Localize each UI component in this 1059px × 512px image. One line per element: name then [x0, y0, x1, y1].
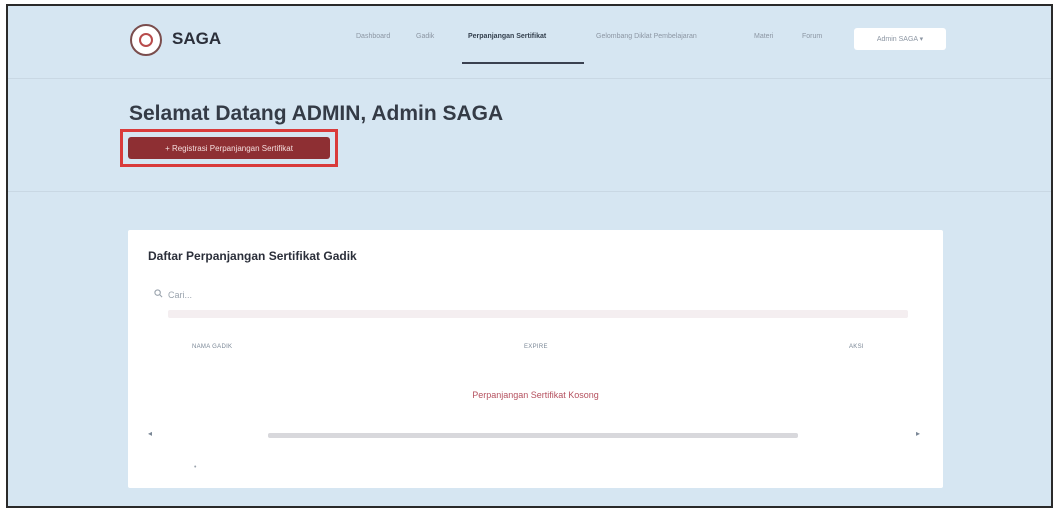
pagination-dot: •: [194, 464, 197, 471]
nav-link-materi[interactable]: Materi: [754, 33, 773, 40]
nav-link-dashboard[interactable]: Dashboard: [356, 33, 390, 40]
section-divider: [8, 191, 1051, 192]
search-input[interactable]: [168, 289, 368, 300]
search-icon: [154, 289, 163, 300]
nav-link-forum[interactable]: Forum: [802, 33, 822, 40]
nav-link-gelombang-diklat[interactable]: Gelombang Diklat Pembelajaran: [596, 33, 697, 40]
brand-name[interactable]: SAGA: [172, 29, 221, 49]
scroll-right-icon[interactable]: ▸: [916, 429, 920, 438]
user-menu-button[interactable]: Admin SAGA ▾: [854, 28, 946, 50]
horizontal-scrollbar[interactable]: [268, 433, 798, 438]
search-underline: [168, 310, 908, 318]
seal-logo-icon[interactable]: [130, 24, 162, 56]
empty-state-message: Perpanjangan Sertifikat Kosong: [472, 390, 599, 400]
welcome-heading: Selamat Datang ADMIN, Admin SAGA: [129, 102, 504, 125]
nav-link-perpanjangan-sertifikat[interactable]: Perpanjangan Sertifikat: [468, 33, 546, 40]
app-window: SAGA Dashboard Gadik Perpanjangan Sertif…: [6, 4, 1053, 508]
search-bar: [154, 289, 368, 300]
scroll-left-icon[interactable]: ◂: [148, 429, 152, 438]
column-header-nama-gadik[interactable]: NAMA GADIK: [192, 344, 232, 350]
register-button-highlight: + Registrasi Perpanjangan Sertifikat: [120, 129, 338, 167]
column-header-aksi[interactable]: AKSI: [849, 344, 864, 350]
top-navbar: SAGA Dashboard Gadik Perpanjangan Sertif…: [8, 6, 1051, 76]
column-header-expire[interactable]: EXPIRE: [524, 344, 548, 350]
renewal-list-card: Daftar Perpanjangan Sertifikat Gadik NAM…: [128, 230, 943, 488]
header-divider: [8, 78, 1051, 79]
register-renewal-button[interactable]: + Registrasi Perpanjangan Sertifikat: [128, 137, 330, 159]
active-tab-indicator: [462, 62, 584, 64]
nav-link-gadik[interactable]: Gadik: [416, 33, 434, 40]
card-title: Daftar Perpanjangan Sertifikat Gadik: [148, 249, 357, 263]
